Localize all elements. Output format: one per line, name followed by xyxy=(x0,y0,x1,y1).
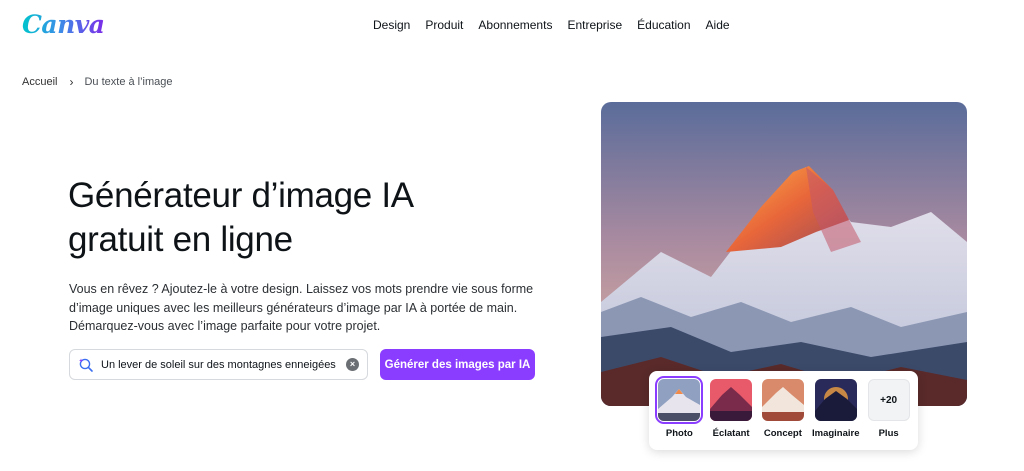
style-imaginaire[interactable]: Imaginaire xyxy=(811,379,860,450)
chevron-right-icon: › xyxy=(69,75,74,89)
nav-design[interactable]: Design xyxy=(373,18,410,32)
style-eclatant-thumbnail xyxy=(710,379,753,421)
nav-abonnements[interactable]: Abonnements xyxy=(478,18,552,32)
style-imaginaire-thumbnail xyxy=(814,379,857,421)
style-concept[interactable]: Concept xyxy=(761,379,805,450)
style-photo-label: Photo xyxy=(665,428,693,439)
page-title-line-2: gratuit en ligne xyxy=(68,220,293,259)
style-eclatant[interactable]: Éclatant xyxy=(710,379,753,450)
prompt-field[interactable]: × xyxy=(69,349,368,380)
style-photo[interactable]: Photo xyxy=(655,376,704,450)
mountain-sunrise-image xyxy=(601,102,967,406)
prompt-input[interactable] xyxy=(101,358,346,371)
style-imaginaire-label: Imaginaire xyxy=(811,428,860,439)
page-title: Générateur d’image IA gratuit en ligne xyxy=(68,174,528,262)
nav-produit[interactable]: Produit xyxy=(425,18,463,32)
style-photo-thumbnail xyxy=(655,376,704,424)
nav-aide[interactable]: Aide xyxy=(706,18,730,32)
generate-images-button[interactable]: Générer des images par IA xyxy=(380,349,535,380)
style-eclatant-label: Éclatant xyxy=(712,428,750,439)
more-styles-count: +20 xyxy=(867,379,910,421)
style-concept-thumbnail xyxy=(761,379,804,421)
breadcrumb-home[interactable]: Accueil xyxy=(22,76,57,88)
page-title-line-1: Générateur d’image IA xyxy=(68,176,414,215)
style-concept-label: Concept xyxy=(763,428,802,439)
canva-logo[interactable]: Canva xyxy=(22,10,105,39)
breadcrumb-current: Du texte à l’image xyxy=(84,76,173,88)
ai-search-icon xyxy=(78,357,94,373)
nav-education[interactable]: Éducation xyxy=(637,18,690,32)
style-picker: Photo Éclatant Concept Imaginaire +20 Pl… xyxy=(649,371,918,450)
main-nav: Design Produit Abonnements Entreprise Éd… xyxy=(373,18,745,32)
hero-description: Vous en rêvez ? Ajoutez-le à votre desig… xyxy=(69,282,534,333)
clear-icon[interactable]: × xyxy=(346,358,359,371)
style-plus[interactable]: +20 Plus xyxy=(867,379,910,450)
style-plus-label: Plus xyxy=(878,428,899,439)
breadcrumb: Accueil › Du texte à l’image xyxy=(22,75,173,89)
nav-entreprise[interactable]: Entreprise xyxy=(567,18,622,32)
